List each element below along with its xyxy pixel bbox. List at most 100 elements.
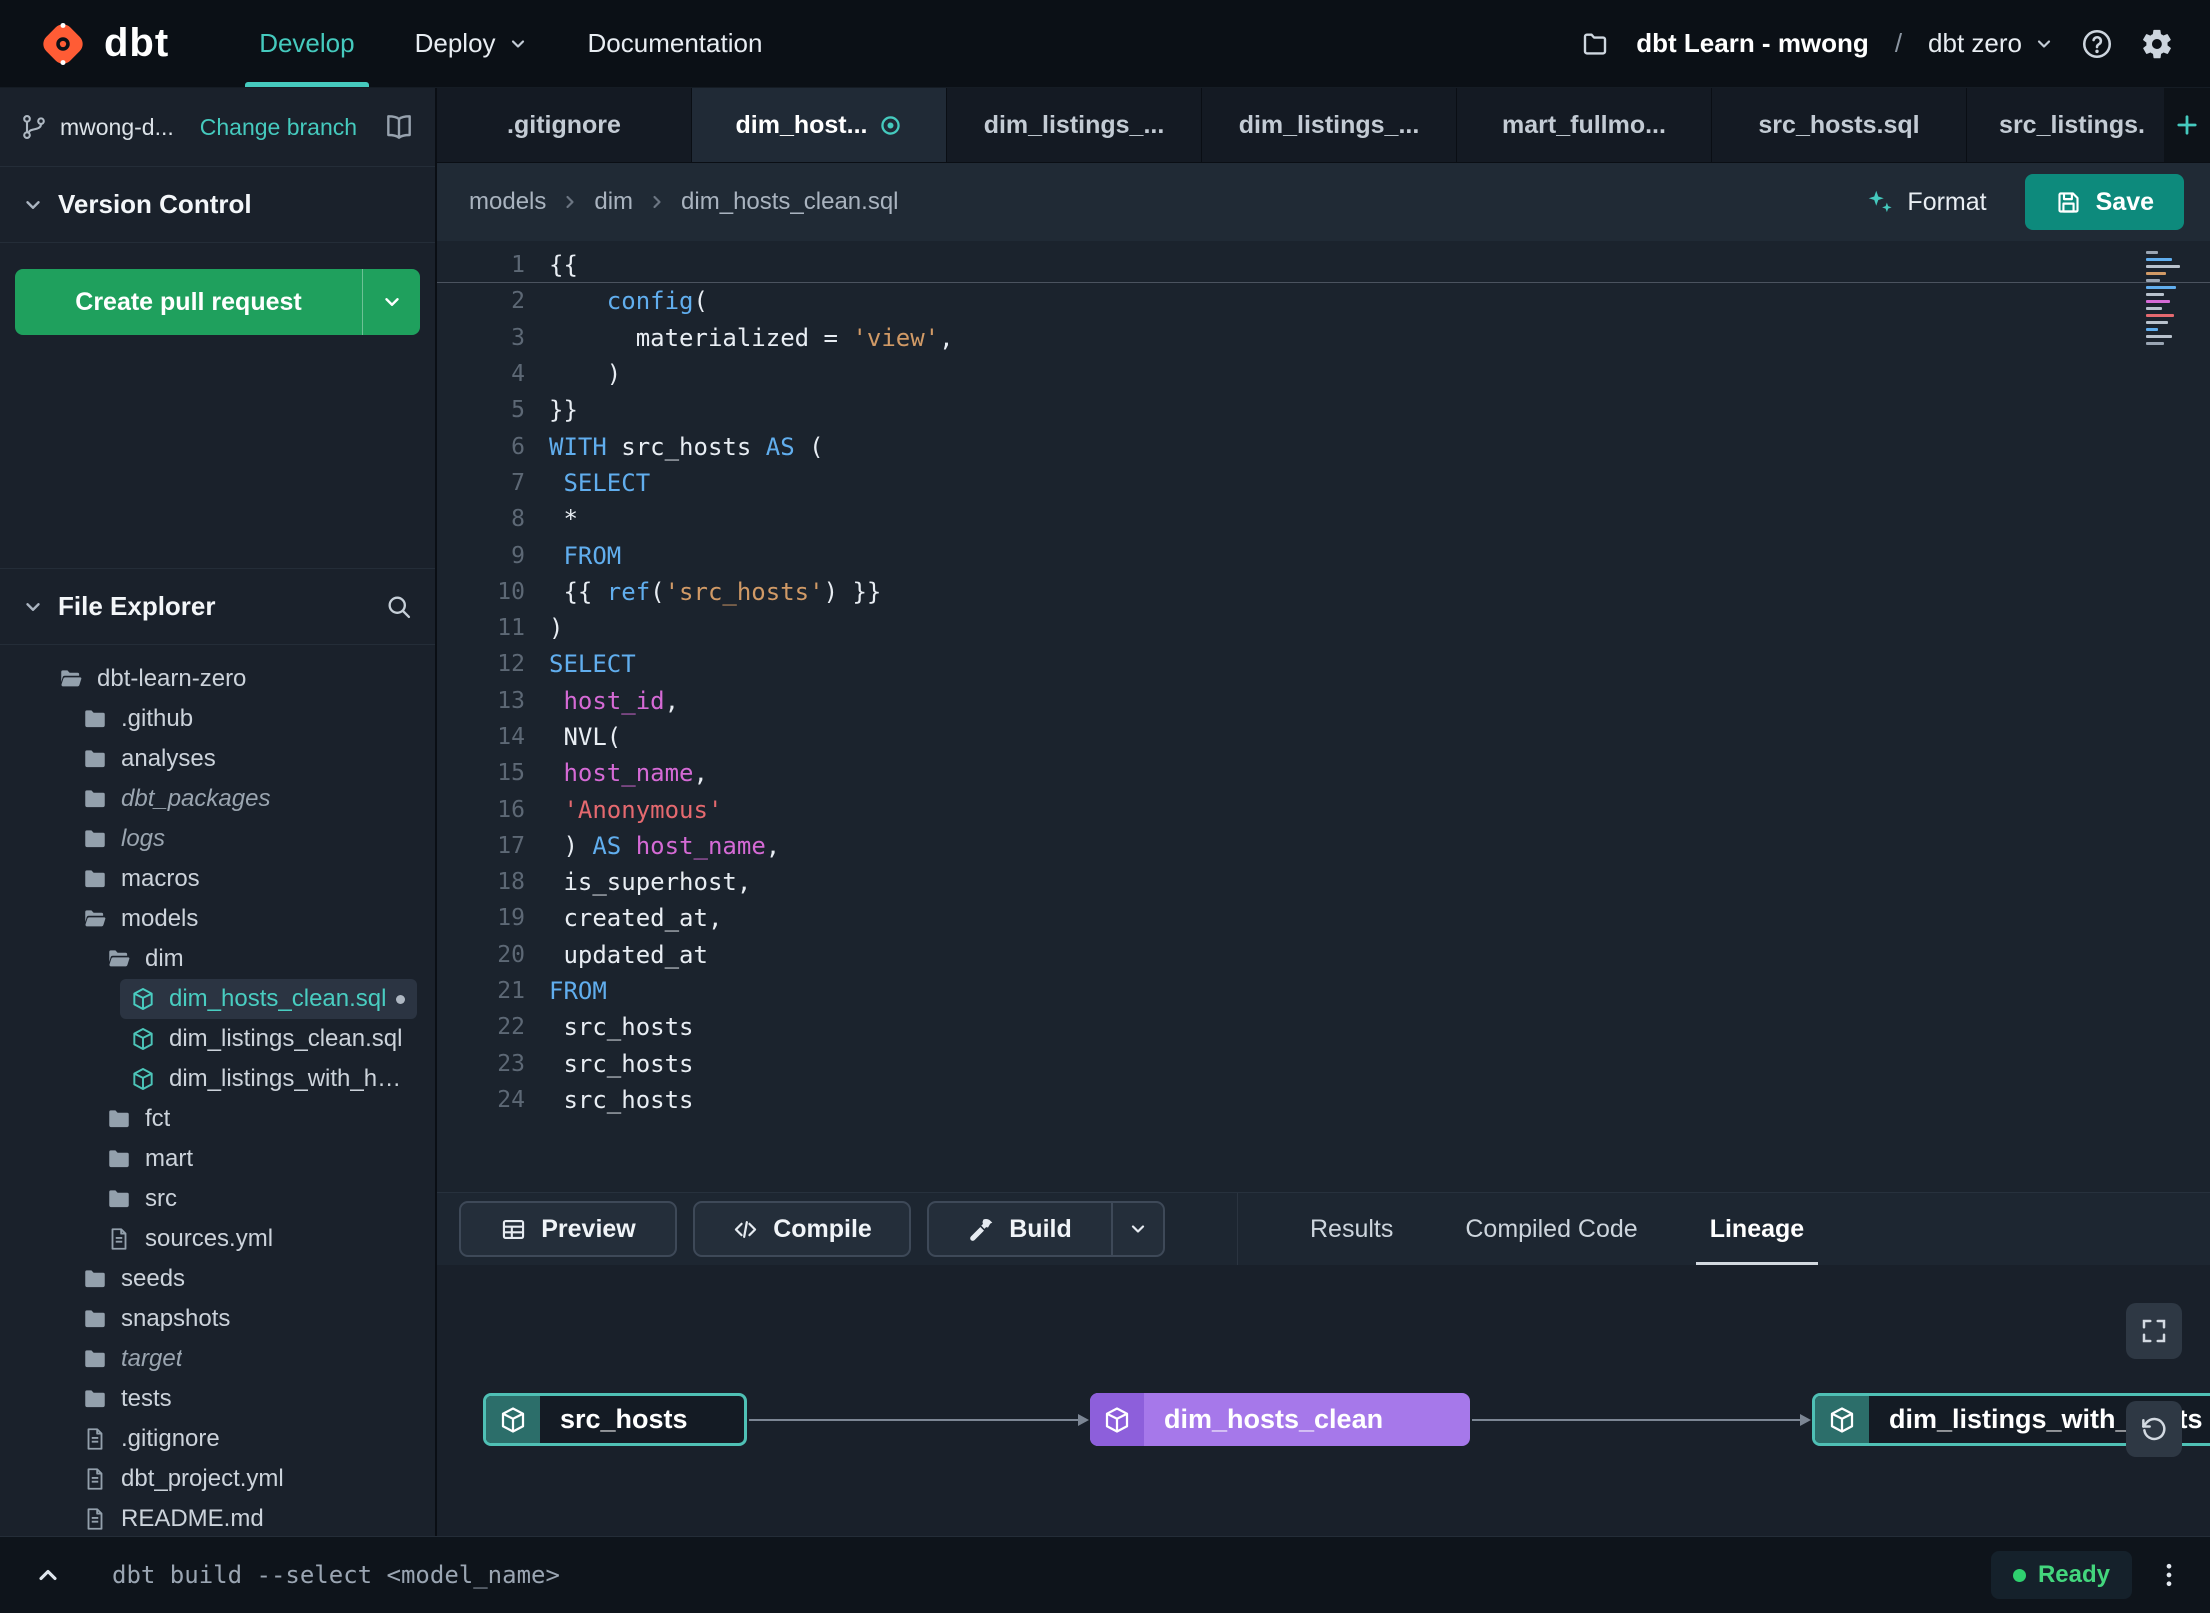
- nav-deploy[interactable]: Deploy: [385, 0, 558, 87]
- build-button[interactable]: Build: [927, 1201, 1165, 1257]
- result-tab-compiled-code[interactable]: Compiled Code: [1429, 1193, 1673, 1265]
- build-options-chevron-icon[interactable]: [1111, 1203, 1163, 1255]
- code-line[interactable]: 12 SELECT: [437, 646, 2210, 682]
- code-line[interactable]: 20 updated_at: [437, 937, 2210, 973]
- format-button[interactable]: Format: [1865, 187, 1987, 217]
- lineage-node[interactable]: src_hosts: [483, 1393, 747, 1446]
- change-branch-link[interactable]: Change branch: [200, 114, 357, 141]
- breadcrumb-item[interactable]: dim_hosts_clean.sql: [681, 188, 898, 216]
- navbar-right: dbt Learn - mwong / dbt zero: [1580, 27, 2174, 61]
- version-control-header[interactable]: Version Control: [0, 167, 435, 243]
- command-input[interactable]: dbt build --select <model_name>: [112, 1561, 560, 1589]
- compile-button[interactable]: Compile: [693, 1201, 911, 1257]
- code-line[interactable]: 9 FROM: [437, 537, 2210, 573]
- tree-item[interactable]: dim: [0, 939, 435, 979]
- code-line[interactable]: 18 is_superhost,: [437, 864, 2210, 900]
- tree-item[interactable]: .gitignore: [0, 1419, 435, 1459]
- code-line[interactable]: 8 *: [437, 501, 2210, 537]
- tree-item[interactable]: mart: [0, 1139, 435, 1179]
- tree-item-label: dim_listings_clean.sql: [169, 1025, 403, 1052]
- result-tab-results[interactable]: Results: [1274, 1193, 1429, 1265]
- file-explorer-header[interactable]: File Explorer: [0, 569, 435, 645]
- code-text: config(: [606, 287, 708, 316]
- breadcrumb-bar: models dim dim_hosts_clean.sql Format Save: [437, 163, 2210, 241]
- tree-item-row: snapshots: [72, 1299, 417, 1339]
- kebab-menu-icon[interactable]: [2154, 1560, 2184, 1590]
- code-line[interactable]: 3 materialized = 'view',: [437, 320, 2210, 356]
- help-icon[interactable]: [2080, 27, 2114, 61]
- tree-item[interactable]: seeds: [0, 1259, 435, 1299]
- nav-documentation[interactable]: Documentation: [558, 0, 793, 87]
- tree-item[interactable]: dbt_project.yml: [0, 1459, 435, 1499]
- tree-item[interactable]: logs: [0, 819, 435, 859]
- editor-tab[interactable]: mart_fullmo...: [1457, 88, 1712, 162]
- tree-item[interactable]: analyses: [0, 739, 435, 779]
- add-tab-icon[interactable]: [2164, 88, 2210, 162]
- docs-book-icon[interactable]: [383, 111, 415, 143]
- preview-button[interactable]: Preview: [459, 1201, 677, 1257]
- code-line[interactable]: 6 WITH src_hosts AS (: [437, 428, 2210, 464]
- tree-item[interactable]: tests: [0, 1379, 435, 1419]
- code-line[interactable]: 14 NVL(: [437, 719, 2210, 755]
- code-line[interactable]: 21 FROM: [437, 973, 2210, 1009]
- code-line[interactable]: 22 src_hosts: [437, 1009, 2210, 1045]
- branch-row: mwong-d... Change branch: [0, 88, 435, 167]
- code-line[interactable]: 5}}: [437, 392, 2210, 428]
- settings-gear-icon[interactable]: [2140, 27, 2174, 61]
- tree-item[interactable]: dbt_packages: [0, 779, 435, 819]
- editor-tab[interactable]: dim_host...: [692, 88, 947, 162]
- code-line[interactable]: 1 {{: [437, 247, 2210, 283]
- editor-tab[interactable]: dim_listings_...: [947, 88, 1202, 162]
- dbt-logo[interactable]: dbt: [36, 17, 169, 71]
- tree-item[interactable]: dim_listings_with_hosts...: [0, 1059, 435, 1099]
- code-line[interactable]: 13 host_id,: [437, 683, 2210, 719]
- code-line[interactable]: 15 host_name,: [437, 755, 2210, 791]
- tab-label: mart_fullmo...: [1502, 110, 1666, 139]
- tree-item[interactable]: fct: [0, 1099, 435, 1139]
- result-tab-lineage[interactable]: Lineage: [1674, 1193, 1840, 1265]
- folder-icon: [82, 786, 108, 812]
- minimap[interactable]: [2146, 251, 2194, 349]
- tree-item[interactable]: models: [0, 899, 435, 939]
- tree-item[interactable]: .github: [0, 699, 435, 739]
- code-line[interactable]: 10 {{ ref('src_hosts') }}: [437, 574, 2210, 610]
- code-line[interactable]: 2 config(: [437, 283, 2210, 319]
- nav-label: Develop: [259, 28, 355, 58]
- fullscreen-icon[interactable]: [2126, 1303, 2182, 1359]
- code-line[interactable]: 17 ) AS host_name,: [437, 828, 2210, 864]
- code-editor[interactable]: 1{{2 config(3 materialized = 'view', 4 ) 5…: [437, 241, 2210, 1192]
- reset-view-icon[interactable]: [2126, 1401, 2182, 1457]
- editor-tab[interactable]: src_hosts.sql: [1712, 88, 1967, 162]
- tree-item[interactable]: dbt-learn-zero: [0, 659, 435, 699]
- tree-item[interactable]: sources.yml: [0, 1219, 435, 1259]
- editor-tab[interactable]: src_listings.: [1967, 88, 2178, 162]
- code-line[interactable]: 7 SELECT: [437, 465, 2210, 501]
- breadcrumb-item[interactable]: dim: [594, 188, 633, 216]
- nav-develop[interactable]: Develop: [229, 0, 384, 87]
- lineage-edge: [1472, 1414, 1811, 1426]
- editor-tab[interactable]: dim_listings_...: [1202, 88, 1457, 162]
- expand-console-chevron-icon[interactable]: [26, 1553, 70, 1597]
- code-line[interactable]: 19 created_at,: [437, 900, 2210, 936]
- code-line[interactable]: 24 src_hosts: [437, 1082, 2210, 1118]
- lineage-node[interactable]: dim_hosts_clean: [1090, 1393, 1470, 1446]
- create-pr-dropdown-chevron[interactable]: [362, 269, 420, 335]
- code-line[interactable]: 11): [437, 610, 2210, 646]
- save-button[interactable]: Save: [2024, 174, 2184, 230]
- tree-item[interactable]: target: [0, 1339, 435, 1379]
- code-line[interactable]: 23 src_hosts: [437, 1046, 2210, 1082]
- tree-item[interactable]: macros: [0, 859, 435, 899]
- folder-open-icon: [58, 666, 84, 692]
- tree-item[interactable]: README.md: [0, 1499, 435, 1539]
- code-line[interactable]: 4 ): [437, 356, 2210, 392]
- breadcrumb-item[interactable]: models: [469, 188, 546, 216]
- tree-item[interactable]: dim_listings_clean.sql: [0, 1019, 435, 1059]
- tree-item[interactable]: dim_hosts_clean.sql: [0, 979, 435, 1019]
- create-pull-request-button[interactable]: Create pull request: [15, 269, 420, 335]
- tree-item[interactable]: snapshots: [0, 1299, 435, 1339]
- code-line[interactable]: 16 'Anonymous': [437, 791, 2210, 827]
- search-icon[interactable]: [385, 593, 413, 621]
- tree-item[interactable]: src: [0, 1179, 435, 1219]
- environment-picker[interactable]: dbt zero: [1928, 28, 2054, 59]
- editor-tab[interactable]: .gitignore: [437, 88, 692, 162]
